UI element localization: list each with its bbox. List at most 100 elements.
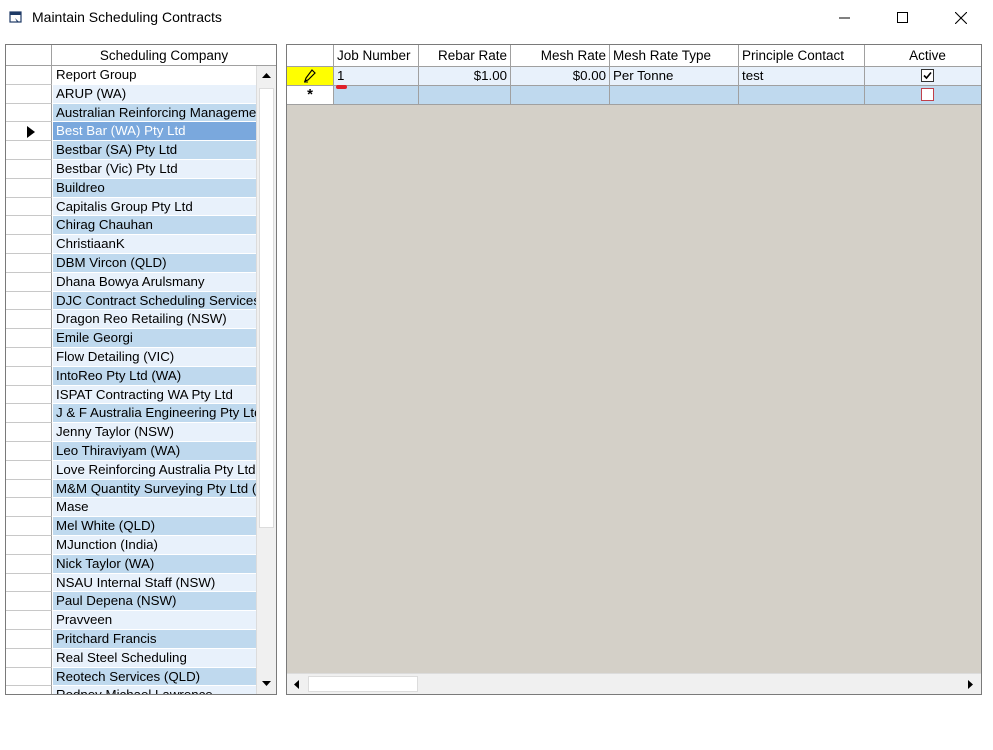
list-item[interactable]: Rodney Michael Lawrence <box>6 686 276 694</box>
list-item[interactable]: Jenny Taylor (NSW) <box>6 423 276 442</box>
row-selector[interactable] <box>6 84 52 104</box>
column-header-mesh-rate-type[interactable]: Mesh Rate Type <box>610 45 739 66</box>
list-item[interactable]: Australian Reinforcing Manageme <box>6 103 276 123</box>
list-item[interactable]: Emile Georgi <box>6 329 276 348</box>
row-selector[interactable] <box>6 329 52 348</box>
row-selector[interactable] <box>6 629 52 649</box>
row-selector[interactable] <box>6 141 52 160</box>
list-item[interactable]: Dhana Bowya Arulsmany <box>6 272 276 292</box>
scroll-down-button[interactable] <box>257 674 276 694</box>
column-header-job-number[interactable]: Job Number <box>334 45 419 66</box>
new-cell-mesh-rate-type[interactable] <box>610 86 739 105</box>
list-item[interactable]: Leo Thiraviyam (WA) <box>6 441 276 461</box>
list-item[interactable]: Buildreo <box>6 178 276 198</box>
list-item[interactable]: J & F Australia Engineering Pty Ltd <box>6 404 276 424</box>
scroll-right-button[interactable] <box>961 674 981 694</box>
list-item[interactable]: Capitalis Group Pty Ltd <box>6 197 276 217</box>
row-selector[interactable] <box>6 385 52 405</box>
list-item[interactable]: ISPAT Contracting WA Pty Ltd <box>6 385 276 405</box>
row-selector[interactable] <box>6 178 52 198</box>
cell-principle-contact[interactable]: test <box>739 67 865 86</box>
list-item[interactable]: Chirag Chauhan <box>6 216 276 236</box>
list-item[interactable]: Love Reinforcing Australia Pty Ltd <box>6 460 276 480</box>
list-item[interactable]: Best Bar (WA) Pty Ltd <box>6 122 276 142</box>
minimize-button[interactable] <box>816 0 874 36</box>
list-item[interactable]: Pravveen <box>6 611 276 630</box>
row-selector[interactable] <box>6 347 52 367</box>
list-item[interactable]: Reotech Services (QLD) <box>6 667 276 687</box>
row-selector[interactable] <box>6 404 52 424</box>
column-header-rebar-rate[interactable]: Rebar Rate <box>419 45 511 66</box>
new-active-checkbox[interactable] <box>921 88 934 101</box>
row-selector[interactable] <box>6 423 52 442</box>
list-item[interactable]: NSAU Internal Staff (NSW) <box>6 573 276 593</box>
cell-rebar-rate[interactable]: $1.00 <box>419 67 511 86</box>
row-selector[interactable] <box>6 216 52 236</box>
maximize-button[interactable] <box>874 0 932 36</box>
row-selector[interactable] <box>6 291 52 311</box>
row-selector[interactable] <box>6 197 52 217</box>
new-cell-active[interactable] <box>865 86 981 105</box>
row-selector[interactable] <box>6 441 52 461</box>
row-selector[interactable] <box>6 122 52 142</box>
scroll-up-button[interactable] <box>257 66 276 86</box>
cell-mesh-rate-type[interactable]: Per Tonne <box>610 67 739 86</box>
row-selector[interactable] <box>6 573 52 593</box>
row-selector[interactable] <box>6 253 52 273</box>
list-item[interactable]: Nick Taylor (WA) <box>6 554 276 574</box>
list-item[interactable]: Bestbar (SA) Pty Ltd <box>6 141 276 160</box>
list-item[interactable]: Dragon Reo Retailing (NSW) <box>6 310 276 330</box>
row-selector[interactable] <box>6 554 52 574</box>
cell-job-number[interactable]: 1 <box>334 67 419 86</box>
column-header-principle-contact[interactable]: Principle Contact <box>739 45 865 66</box>
row-selector[interactable] <box>6 235 52 254</box>
list-item[interactable]: DJC Contract Scheduling Services <box>6 291 276 311</box>
row-selector[interactable] <box>6 648 52 668</box>
row-selector[interactable] <box>6 517 52 536</box>
list-item[interactable]: ChristiaanK <box>6 235 276 254</box>
row-selector[interactable] <box>6 366 52 386</box>
vertical-scrollbar[interactable] <box>256 66 276 694</box>
new-cell-job-number[interactable] <box>334 86 419 105</box>
list-item[interactable]: MJunction (India) <box>6 535 276 555</box>
list-item[interactable]: Paul Depena (NSW) <box>6 592 276 612</box>
row-selector[interactable] <box>6 535 52 555</box>
horizontal-scrollbar[interactable] <box>287 673 981 694</box>
new-cell-rebar-rate[interactable] <box>419 86 511 105</box>
edit-row-indicator[interactable] <box>287 67 334 86</box>
list-item[interactable]: ARUP (WA) <box>6 84 276 104</box>
row-selector[interactable] <box>6 479 52 499</box>
list-item[interactable]: Pritchard Francis <box>6 629 276 649</box>
column-header-scheduling-company[interactable]: Scheduling Company <box>52 48 276 63</box>
column-header-active[interactable]: Active <box>865 45 981 66</box>
list-item[interactable]: IntoReo Pty Ltd (WA) <box>6 366 276 386</box>
row-selector[interactable] <box>6 272 52 292</box>
list-item[interactable]: Mase <box>6 498 276 518</box>
row-selector[interactable] <box>6 66 52 85</box>
hscroll-thumb[interactable] <box>308 676 418 692</box>
cell-mesh-rate[interactable]: $0.00 <box>511 67 610 86</box>
row-selector[interactable] <box>6 592 52 612</box>
active-checkbox[interactable] <box>921 69 934 82</box>
row-selector[interactable] <box>6 667 52 687</box>
scroll-thumb[interactable] <box>259 88 274 528</box>
list-item[interactable]: DBM Vircon (QLD) <box>6 253 276 273</box>
new-row[interactable]: * <box>287 86 981 105</box>
row-selector[interactable] <box>6 310 52 330</box>
list-item[interactable]: Real Steel Scheduling <box>6 648 276 668</box>
list-item[interactable]: Flow Detailing (VIC) <box>6 347 276 367</box>
list-item[interactable]: Mel White (QLD) <box>6 517 276 536</box>
cell-active[interactable] <box>865 67 981 86</box>
new-cell-principle-contact[interactable] <box>739 86 865 105</box>
list-item[interactable]: M&M Quantity Surveying Pty Ltd ( <box>6 479 276 499</box>
list-item[interactable]: Report Group <box>6 66 276 85</box>
row-selector[interactable] <box>6 103 52 123</box>
row-selector[interactable] <box>6 460 52 480</box>
row-selector[interactable] <box>6 686 52 694</box>
new-cell-mesh-rate[interactable] <box>511 86 610 105</box>
row-selector[interactable] <box>6 159 52 179</box>
close-button[interactable] <box>932 0 990 36</box>
table-row[interactable]: 1 $1.00 $0.00 Per Tonne test <box>287 67 981 86</box>
scroll-left-button[interactable] <box>287 674 307 694</box>
row-selector[interactable] <box>6 498 52 518</box>
